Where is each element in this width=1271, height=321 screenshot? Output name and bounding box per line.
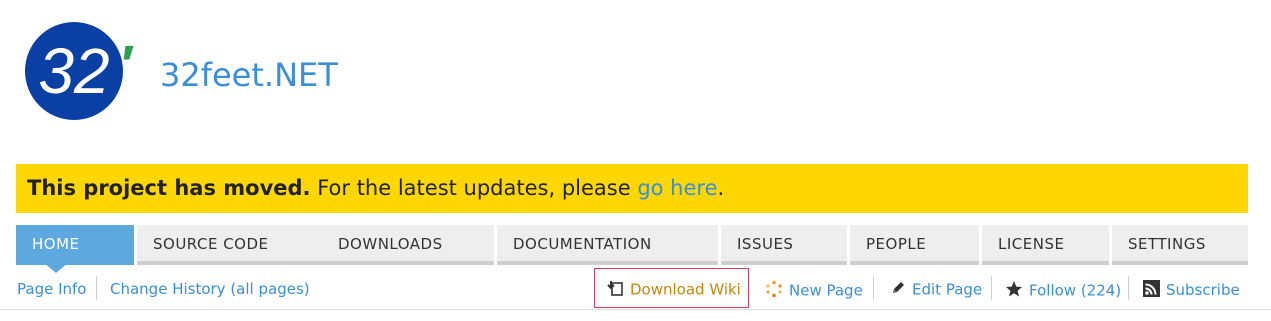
- edit-page-label: Edit Page: [912, 280, 983, 299]
- banner-text: For the latest updates, please: [310, 176, 638, 200]
- follow-label: Follow (224): [1029, 281, 1122, 300]
- tab-home[interactable]: HOME: [16, 225, 134, 273]
- tab-source-code-label: SOURCE CODE: [153, 235, 269, 253]
- new-page-label: New Page: [789, 281, 863, 300]
- change-history-link[interactable]: Change History (all pages): [110, 280, 310, 298]
- rss-feed-icon: [1143, 280, 1160, 301]
- project-name[interactable]: 32feet.NET: [160, 56, 338, 94]
- divider: [991, 276, 992, 300]
- project-logo[interactable]: 32 ′: [24, 21, 144, 121]
- tab-downloads[interactable]: DOWNLOADS: [322, 225, 494, 265]
- banner-bold-text: This project has moved.: [27, 176, 311, 200]
- tab-issues[interactable]: ISSUES: [721, 225, 847, 265]
- new-page-button[interactable]: New Page: [765, 280, 863, 302]
- tab-documentation[interactable]: DOCUMENTATION: [497, 225, 718, 265]
- logo-text: 32: [38, 35, 109, 107]
- follow-button[interactable]: Follow (224): [1005, 280, 1121, 302]
- banner-end: .: [717, 176, 725, 200]
- tab-home-label: HOME: [32, 235, 80, 253]
- tab-downloads-label: DOWNLOADS: [338, 235, 443, 253]
- tab-settings-label: SETTINGS: [1128, 235, 1206, 253]
- tab-documentation-label: DOCUMENTATION: [513, 235, 652, 253]
- subnav-bottom-divider: [0, 309, 1271, 310]
- moved-banner: This project has moved. For the latest u…: [16, 164, 1248, 213]
- banner-link[interactable]: go here: [637, 176, 717, 200]
- edit-page-button[interactable]: Edit Page: [890, 280, 982, 300]
- tab-license[interactable]: LICENSE: [982, 225, 1109, 265]
- subscribe-button[interactable]: Subscribe: [1143, 280, 1240, 301]
- subscribe-label: Subscribe: [1166, 281, 1240, 299]
- page-info-link[interactable]: Page Info: [17, 280, 86, 298]
- tab-license-label: LICENSE: [998, 235, 1065, 253]
- divider: [1128, 276, 1129, 300]
- logo-mark: ′: [122, 35, 135, 95]
- tab-people-label: PEOPLE: [866, 235, 927, 253]
- tab-source-code[interactable]: SOURCE CODE: [137, 225, 339, 265]
- download-wiki-highlight: [594, 268, 749, 308]
- new-page-sparkle-icon: [765, 280, 783, 302]
- tab-issues-label: ISSUES: [737, 235, 794, 253]
- divider: [96, 276, 97, 300]
- tab-people[interactable]: PEOPLE: [850, 225, 979, 265]
- star-icon: [1005, 280, 1023, 302]
- divider: [873, 276, 874, 300]
- tab-settings[interactable]: SETTINGS: [1112, 225, 1248, 265]
- pencil-icon: [890, 280, 906, 300]
